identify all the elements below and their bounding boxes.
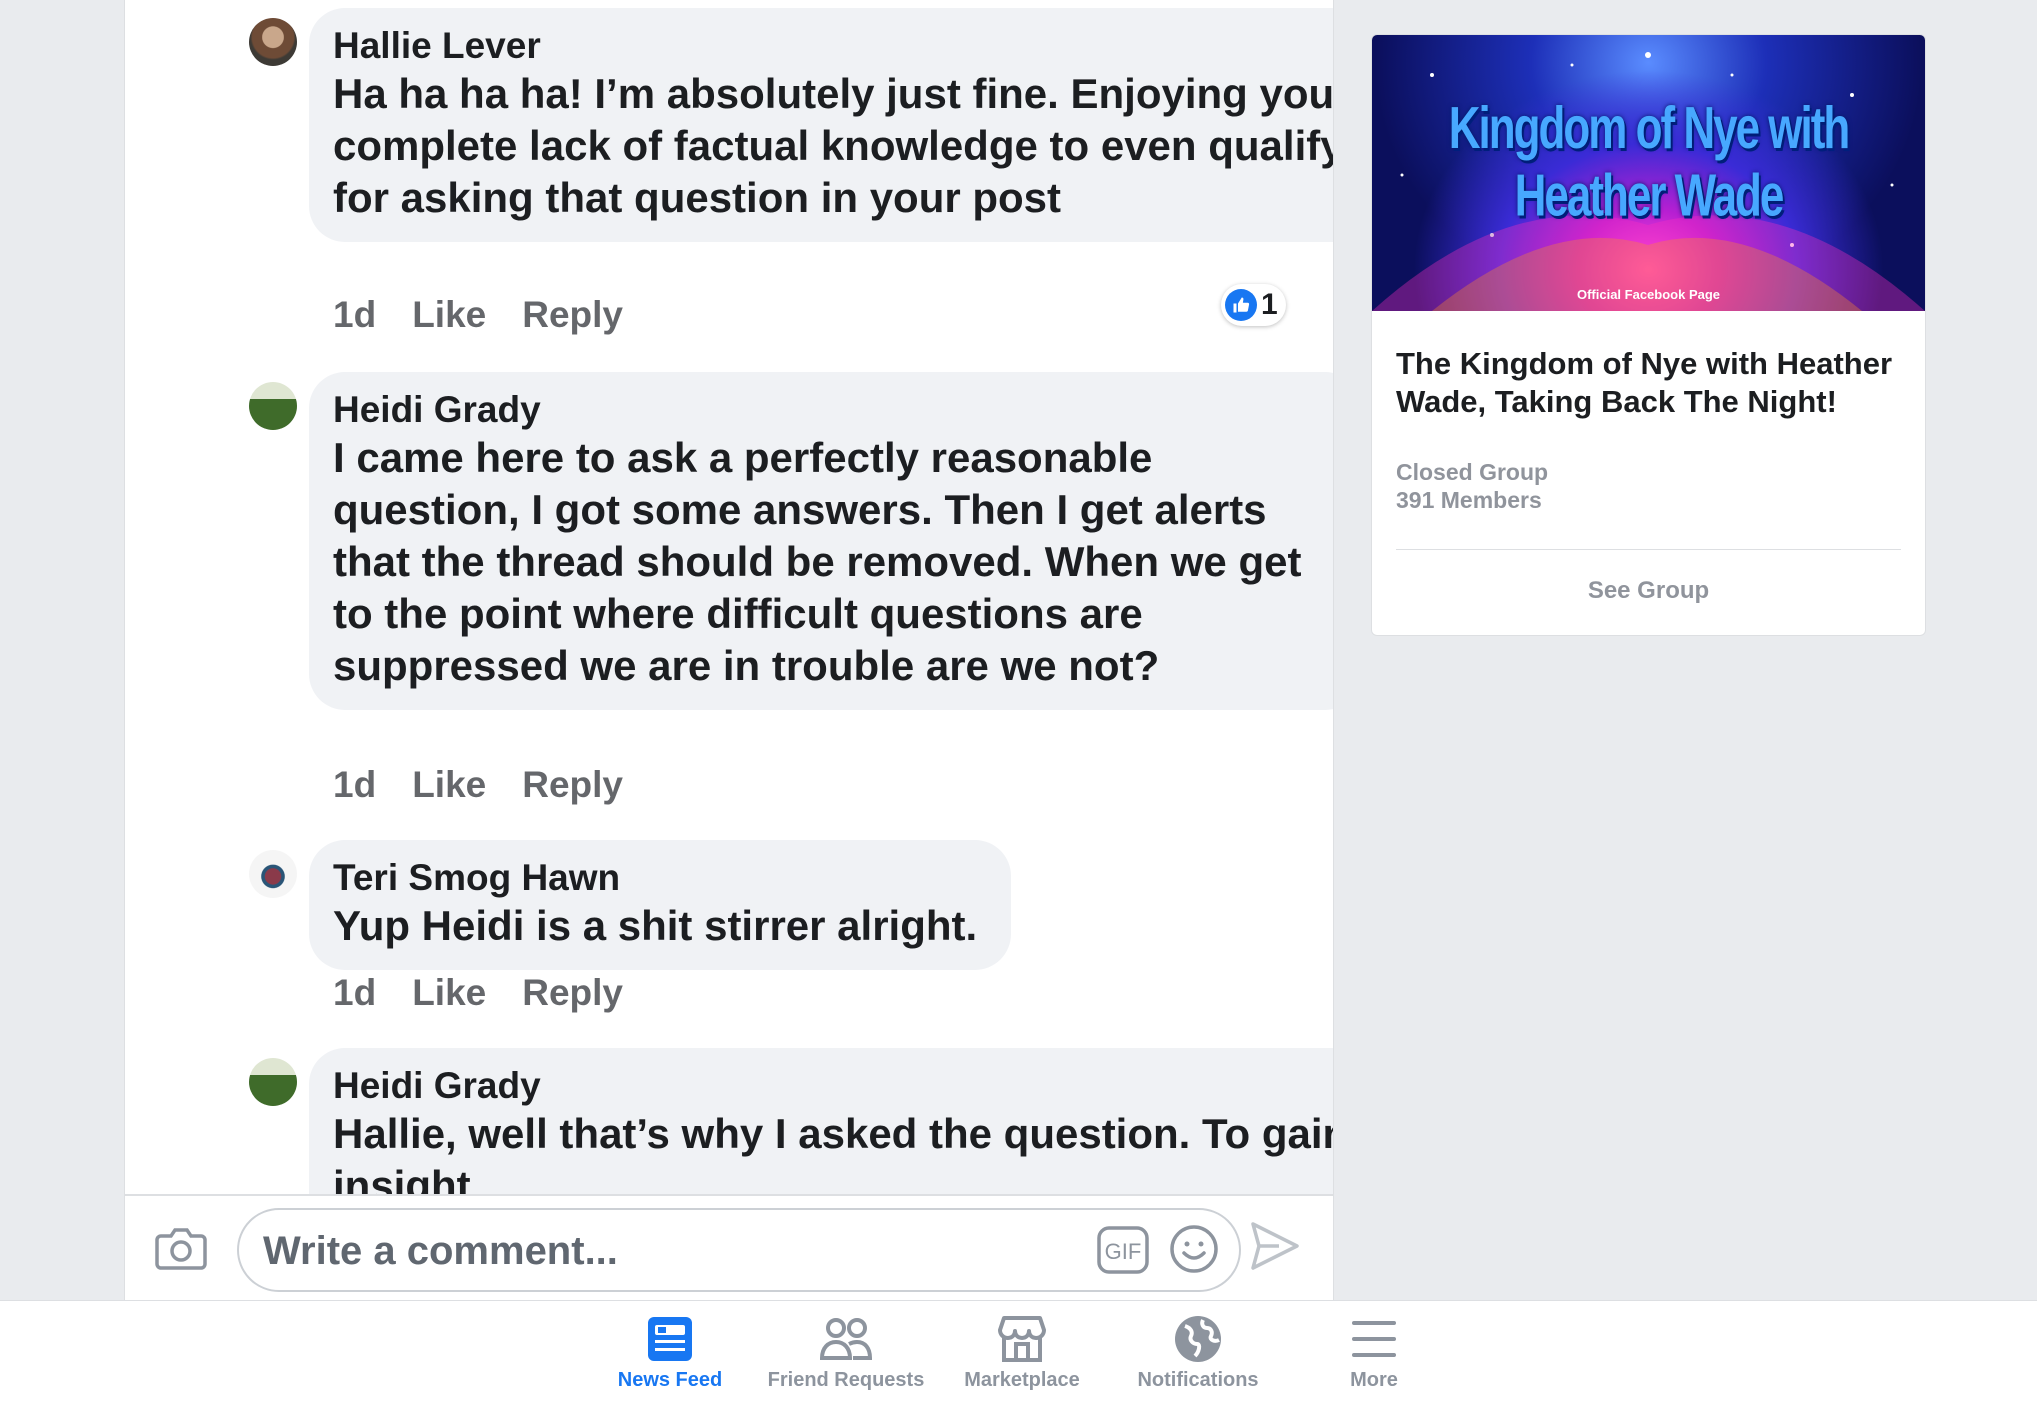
- svg-text:GIF: GIF: [1105, 1239, 1142, 1264]
- news-feed-icon: [580, 1313, 760, 1365]
- avatar[interactable]: [249, 850, 297, 898]
- group-privacy: Closed Group: [1396, 459, 1549, 485]
- avatar[interactable]: [249, 382, 297, 430]
- like-button[interactable]: Like: [412, 294, 486, 336]
- tab-label: More: [1350, 1369, 1398, 1391]
- banner-title: Kingdom of Nye with Heather Wade: [1448, 95, 1851, 230]
- comment-input-wrapper: GIF: [237, 1208, 1241, 1292]
- marketplace-icon: [932, 1313, 1112, 1365]
- comment-bubble: Heidi Grady Hallie, well that’s why I as…: [309, 1048, 1333, 1194]
- like-button[interactable]: Like: [412, 764, 486, 806]
- comment-thread-panel: Hallie Lever Ha ha ha ha! I’m absolutely…: [124, 0, 1334, 1300]
- see-group-button[interactable]: See Group: [1372, 577, 1925, 605]
- comment-actions: 1d Like Reply: [333, 764, 623, 806]
- reply-button[interactable]: Reply: [522, 294, 623, 336]
- comment-author[interactable]: Heidi Grady: [333, 1064, 1333, 1108]
- comment-timestamp[interactable]: 1d: [333, 972, 376, 1014]
- tab-more[interactable]: More: [1284, 1313, 1464, 1392]
- globe-icon: [1108, 1313, 1288, 1365]
- comment-author[interactable]: Hallie Lever: [333, 24, 1333, 68]
- tab-label: News Feed: [617, 1369, 723, 1391]
- group-name[interactable]: The Kingdom of Nye with Heather Wade, Ta…: [1396, 345, 1896, 421]
- reply-button[interactable]: Reply: [522, 972, 623, 1014]
- reaction-count: 1: [1261, 288, 1278, 321]
- comment-author[interactable]: Heidi Grady: [333, 388, 1333, 432]
- comment-bubble: Heidi Grady I came here to ask a perfect…: [309, 372, 1333, 710]
- tab-friend-requests[interactable]: Friend Requests: [756, 1313, 936, 1392]
- comment-input[interactable]: [261, 1220, 1045, 1282]
- comment-text: I came here to ask a perfectly reasonabl…: [333, 434, 1302, 689]
- tab-label: Notifications: [1137, 1369, 1259, 1391]
- group-card: Kingdom of Nye with Heather Wade Officia…: [1371, 34, 1926, 636]
- banner-subtitle: Official Facebook Page: [1576, 287, 1721, 302]
- camera-icon[interactable]: [155, 1226, 207, 1277]
- card-divider: [1396, 549, 1901, 550]
- group-banner[interactable]: Kingdom of Nye with Heather Wade Officia…: [1372, 35, 1925, 311]
- comment-bubble: Hallie Lever Ha ha ha ha! I’m absolutely…: [309, 8, 1333, 242]
- comment-text: Yup Heidi is a shit stirrer alright.: [333, 902, 978, 949]
- comment-actions: 1d Like Reply: [333, 972, 623, 1014]
- tab-news-feed[interactable]: News Feed: [580, 1313, 760, 1392]
- avatar[interactable]: [249, 18, 297, 66]
- reply-button[interactable]: Reply: [522, 764, 623, 806]
- tab-notifications[interactable]: Notifications: [1108, 1313, 1288, 1392]
- emoji-icon[interactable]: [1169, 1224, 1219, 1279]
- comment-text: Ha ha ha ha! I’m absolutely just fine. E…: [333, 70, 1333, 221]
- gif-icon[interactable]: GIF: [1097, 1226, 1149, 1279]
- menu-icon: [1284, 1313, 1464, 1365]
- friends-icon: [756, 1313, 936, 1365]
- tab-label: Marketplace: [964, 1369, 1080, 1391]
- comment-actions: 1d Like Reply: [333, 294, 623, 336]
- tab-label: Friend Requests: [767, 1369, 925, 1391]
- send-icon[interactable]: [1249, 1220, 1301, 1277]
- avatar[interactable]: [249, 1058, 297, 1106]
- comment-composer: GIF: [125, 1194, 1333, 1300]
- comment-bubble: Teri Smog Hawn Yup Heidi is a shit stirr…: [309, 840, 1011, 970]
- group-member-count: 391 Members: [1396, 487, 1542, 513]
- comments-list: Hallie Lever Ha ha ha ha! I’m absolutely…: [125, 0, 1333, 1194]
- comment-author[interactable]: Teri Smog Hawn: [333, 856, 985, 900]
- reaction-summary[interactable]: 1: [1221, 284, 1286, 326]
- like-button[interactable]: Like: [412, 972, 486, 1014]
- bottom-tab-bar: News Feed Friend Requests Marketplace No…: [0, 1300, 2037, 1403]
- like-reaction-icon: [1225, 289, 1257, 321]
- comment-text: Hallie, well that’s why I asked the ques…: [333, 1110, 1333, 1194]
- comment-timestamp[interactable]: 1d: [333, 764, 376, 806]
- tab-marketplace[interactable]: Marketplace: [932, 1313, 1112, 1392]
- comment-timestamp[interactable]: 1d: [333, 294, 376, 336]
